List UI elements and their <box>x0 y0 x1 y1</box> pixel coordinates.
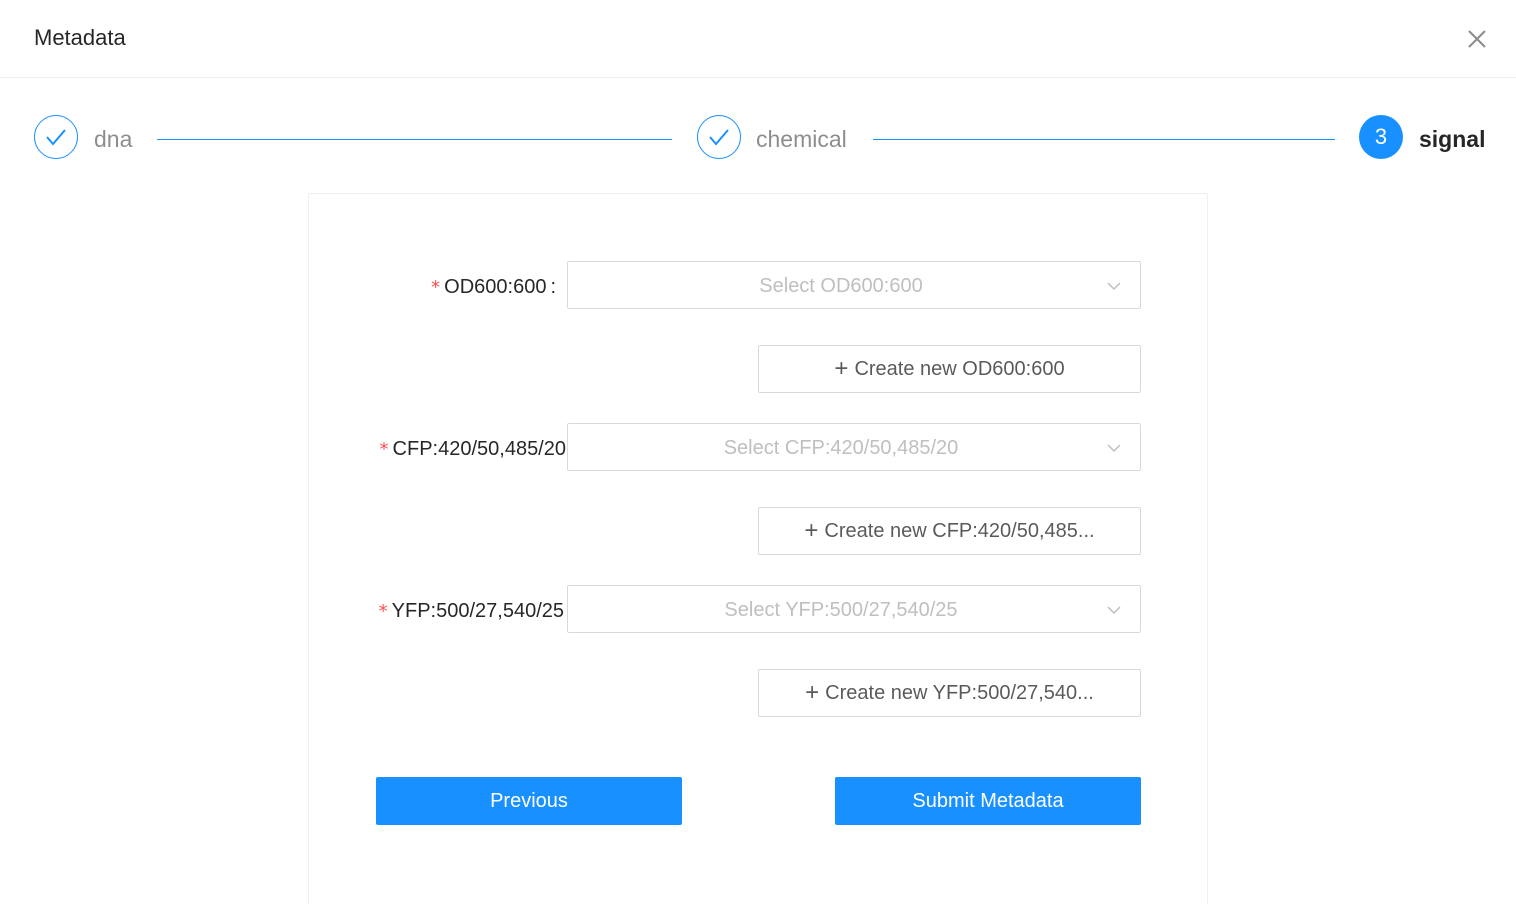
field-label-cfp: * CFP:420/50,485/20 <box>380 436 566 463</box>
form-card: * OD600:600: Select OD600:600 + Create new… <box>308 193 1208 904</box>
modal-header: Metadata <box>0 0 1516 78</box>
plus-icon: + <box>834 355 849 382</box>
field-label-text: YFP:500/27,540/25 <box>391 600 564 622</box>
chevron-down-icon <box>1107 282 1121 291</box>
field-label-yfp: * YFP:500/27,540/25 <box>379 598 564 625</box>
step-signal-number: 3 <box>1359 115 1403 159</box>
required-mark: * <box>378 601 388 622</box>
plus-icon: + <box>805 679 820 706</box>
field-label-text: OD600:600 <box>444 276 547 298</box>
required-mark: * <box>431 277 441 298</box>
create-od600-button[interactable]: + Create new OD600:600 <box>758 345 1141 393</box>
field-label-text: CFP:420/50,485/20 <box>392 438 566 460</box>
close-icon <box>1468 30 1486 48</box>
submit-metadata-button[interactable]: Submit Metadata <box>835 777 1141 825</box>
step-chemical-title: chemical <box>756 126 847 152</box>
previous-button[interactable]: Previous <box>376 777 682 825</box>
od600-select[interactable]: Select OD600:600 <box>567 261 1141 309</box>
create-button-label: Create new OD600:600 <box>854 357 1065 380</box>
chevron-down-icon <box>1107 606 1121 615</box>
create-cfp-button[interactable]: + Create new CFP:420/50,485... <box>758 507 1141 555</box>
check-icon <box>46 129 66 146</box>
metadata-modal: Metadata dna chemical 3 signal * OD600:6… <box>0 0 1516 904</box>
step-connector-1 <box>157 139 672 140</box>
chevron-down-icon <box>1107 444 1121 453</box>
create-button-label: Create new YFP:500/27,540... <box>825 681 1094 704</box>
field-label-od600: * OD600:600: <box>431 274 556 301</box>
create-button-label: Create new CFP:420/50,485... <box>824 519 1095 542</box>
modal-title: Metadata <box>34 25 126 50</box>
check-icon <box>709 129 729 146</box>
select-placeholder: Select CFP:420/50,485/20 <box>723 437 959 459</box>
step-signal-title: signal <box>1419 126 1486 152</box>
yfp-select[interactable]: Select YFP:500/27,540/25 <box>567 585 1141 633</box>
create-yfp-button[interactable]: + Create new YFP:500/27,540... <box>758 669 1141 717</box>
plus-icon: + <box>804 517 819 544</box>
field-label-colon: : <box>550 276 556 298</box>
close-button[interactable] <box>1462 24 1492 54</box>
steps-bar: dna chemical 3 signal <box>0 110 1516 170</box>
step-dna-title: dna <box>94 126 133 152</box>
step-connector-2 <box>873 139 1335 140</box>
required-mark: * <box>379 439 389 460</box>
select-placeholder: Select OD600:600 <box>759 275 923 297</box>
step-chemical-icon-wrapper <box>697 115 741 159</box>
step-dna-icon-wrapper <box>34 115 78 159</box>
cfp-select[interactable]: Select CFP:420/50,485/20 <box>567 423 1141 471</box>
select-placeholder: Select YFP:500/27,540/25 <box>724 599 958 621</box>
